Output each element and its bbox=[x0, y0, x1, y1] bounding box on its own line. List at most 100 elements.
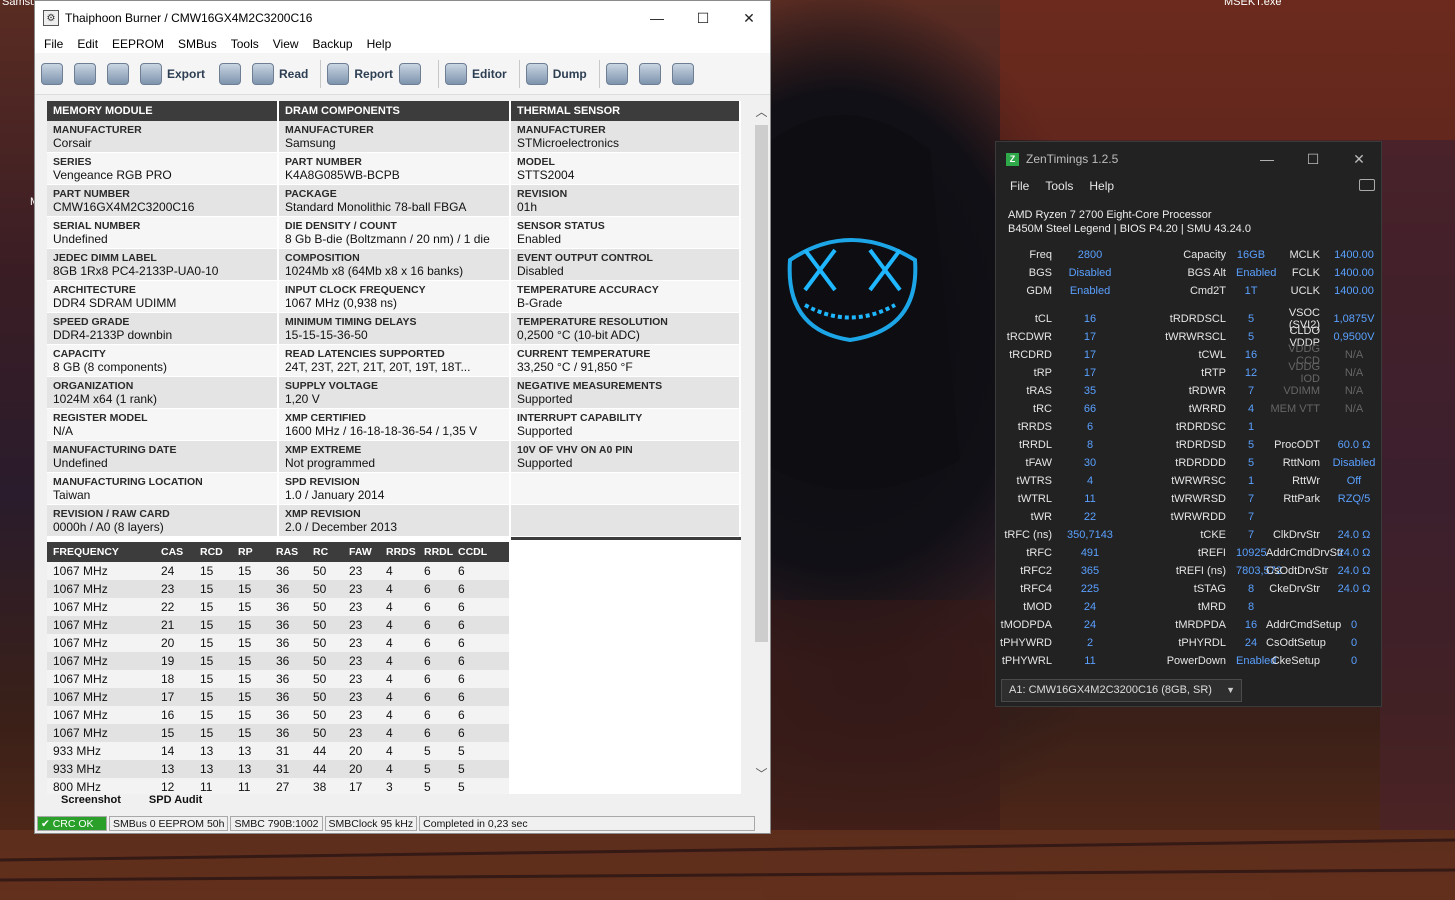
close-button[interactable]: ✕ bbox=[726, 1, 772, 35]
timing-label: tRFC bbox=[1026, 547, 1052, 559]
title-bar[interactable]: Z ZenTimings 1.2.5 — ☐ ✕ bbox=[996, 142, 1381, 176]
timing-value: 24 bbox=[1083, 619, 1097, 631]
camera-icon[interactable] bbox=[1359, 179, 1375, 191]
tools-button[interactable] bbox=[399, 62, 426, 85]
timing-row: tRFC (ns) 350,7143 tCKE 7 ClkDrvStr 24.0 Ω bbox=[996, 526, 1381, 544]
timing-row[interactable]: 1067 MHz 20 15 15 36 50 23 4 6 6 bbox=[47, 634, 509, 652]
timing-value: 22 bbox=[1083, 511, 1097, 523]
menu-tools[interactable]: Tools bbox=[1037, 179, 1081, 193]
info-value: Corsair bbox=[53, 136, 92, 150]
timing-row[interactable]: 1067 MHz 18 15 15 36 50 23 4 6 6 bbox=[47, 670, 509, 688]
timing-row[interactable]: 933 MHz 13 13 13 31 44 20 4 5 5 bbox=[47, 760, 509, 778]
info-value: 0000h / A0 (8 layers) bbox=[53, 520, 164, 534]
desktop-icon-label[interactable]: MSEKT.exe bbox=[1224, 0, 1281, 8]
timing-value: 0 bbox=[1350, 637, 1358, 649]
timing-cell: 4 bbox=[386, 708, 393, 722]
maximize-button[interactable]: ☐ bbox=[680, 1, 726, 35]
timing-label: tWTRL bbox=[1017, 493, 1052, 505]
info-label: CAPACITY bbox=[53, 348, 106, 360]
menu-smbus[interactable]: SMBus bbox=[171, 37, 224, 51]
info-value: Supported bbox=[517, 456, 573, 470]
timing-cell: 20 bbox=[349, 762, 363, 776]
search-button[interactable] bbox=[605, 62, 633, 85]
timing-cell: 15 bbox=[238, 564, 252, 578]
menu-file[interactable]: File bbox=[37, 37, 70, 51]
timing-cell: 15 bbox=[200, 582, 214, 596]
module-select[interactable]: A1: CMW16GX4M2C3200C16 (8GB, SR) ▼ bbox=[1001, 679, 1242, 702]
timing-label: VDDG IOD bbox=[1288, 361, 1320, 385]
title-bar[interactable]: ⚙ Thaiphoon Burner / CMW16GX4M2C3200C16 … bbox=[35, 1, 770, 35]
editor-button[interactable]: Editor bbox=[445, 62, 507, 85]
timing-cell: 5 bbox=[424, 762, 431, 776]
menu-help[interactable]: Help bbox=[1081, 179, 1122, 193]
timing-cell: 15 bbox=[200, 672, 214, 686]
timing-row: tPHYWRL 11 PowerDown Enabled CkeSetup 0 bbox=[996, 652, 1381, 670]
menu-eeprom[interactable]: EEPROM bbox=[105, 37, 171, 51]
timing-column-header: RAS bbox=[276, 546, 299, 558]
menu-tools[interactable]: Tools bbox=[224, 37, 266, 51]
info-value: CMW16GX4M2C3200C16 bbox=[53, 200, 195, 214]
timing-label: CsOdtDrvStr bbox=[1266, 565, 1329, 577]
toolbar-separator bbox=[598, 59, 600, 88]
minimize-button[interactable]: — bbox=[1244, 142, 1290, 176]
menu-file[interactable]: File bbox=[1002, 179, 1037, 193]
info-cell: MANUFACTURER STMicroelectronics bbox=[511, 121, 739, 153]
menu-backup[interactable]: Backup bbox=[306, 37, 360, 51]
screenshot-button[interactable]: Screenshot bbox=[47, 794, 135, 812]
timing-row[interactable]: 1067 MHz 23 15 15 36 50 23 4 6 6 bbox=[47, 580, 509, 598]
timing-cell: 36 bbox=[276, 672, 290, 686]
timing-label: tPHYWRL bbox=[1001, 655, 1052, 667]
menu-edit[interactable]: Edit bbox=[70, 37, 105, 51]
timing-row[interactable]: 1067 MHz 17 15 15 36 50 23 4 6 6 bbox=[47, 688, 509, 706]
timing-cell: 15 bbox=[200, 600, 214, 614]
scroll-up-arrow-icon[interactable]: ︿ bbox=[753, 103, 770, 120]
lock-button[interactable] bbox=[219, 62, 246, 85]
timing-row[interactable]: 800 MHz 12 11 11 27 38 17 3 5 5 bbox=[47, 778, 509, 794]
info-label: PACKAGE bbox=[285, 188, 337, 200]
lock-icon bbox=[219, 62, 242, 85]
report-button[interactable]: Report bbox=[327, 62, 393, 85]
timing-cell: 23 bbox=[349, 564, 363, 578]
timing-cell: 6 bbox=[458, 636, 465, 650]
zentimings-window: Z ZenTimings 1.2.5 — ☐ ✕ File Tools Help… bbox=[995, 141, 1382, 707]
menu-help[interactable]: Help bbox=[360, 37, 399, 51]
timing-cell: 5 bbox=[458, 780, 465, 794]
info-value: Vengeance RGB PRO bbox=[53, 168, 172, 182]
scrollbar-thumb[interactable] bbox=[755, 125, 768, 642]
spd-audit-button[interactable]: SPD Audit bbox=[135, 794, 216, 812]
save-button[interactable] bbox=[107, 62, 134, 85]
export-button[interactable]: Export bbox=[140, 62, 205, 85]
open-button[interactable] bbox=[74, 62, 101, 85]
maximize-button[interactable]: ☐ bbox=[1290, 142, 1336, 176]
timing-cell: 23 bbox=[349, 672, 363, 686]
minimize-button[interactable]: — bbox=[634, 1, 680, 35]
timing-cell: 27 bbox=[276, 780, 290, 794]
settings-button[interactable] bbox=[41, 62, 68, 85]
timing-row[interactable]: 1067 MHz 15 15 15 36 50 23 4 6 6 bbox=[47, 724, 509, 742]
info-label: SPD REVISION bbox=[285, 476, 360, 488]
document-button[interactable] bbox=[638, 62, 666, 85]
editor-label: Editor bbox=[472, 66, 507, 81]
timing-row: tWTRL 11 tWRWRSD 7 RttPark RZQ/5 bbox=[996, 490, 1381, 508]
info-cell: REVISION / RAW CARD 0000h / A0 (8 layers) bbox=[47, 505, 277, 537]
timing-row: tPHYWRD 2 tPHYRDL 24 CsOdtSetup 0 bbox=[996, 634, 1381, 652]
timing-row[interactable]: 1067 MHz 16 15 15 36 50 23 4 6 6 bbox=[47, 706, 509, 724]
monitor-button[interactable] bbox=[671, 62, 699, 85]
timing-value: 8 bbox=[1247, 583, 1255, 595]
read-button[interactable]: Read bbox=[252, 62, 308, 85]
info-label: DIE DENSITY / COUNT bbox=[285, 220, 397, 232]
timing-cell: 4 bbox=[386, 564, 393, 578]
timing-cell: 31 bbox=[276, 762, 290, 776]
dump-button[interactable]: Dump bbox=[525, 62, 587, 85]
timing-row[interactable]: 1067 MHz 19 15 15 36 50 23 4 6 6 bbox=[47, 652, 509, 670]
timing-row[interactable]: 1067 MHz 24 15 15 36 50 23 4 6 6 bbox=[47, 562, 509, 580]
scroll-down-arrow-icon[interactable]: ﹀ bbox=[753, 765, 770, 782]
menu-view[interactable]: View bbox=[266, 37, 306, 51]
vertical-scrollbar[interactable]: ︿ ﹀ bbox=[753, 101, 770, 784]
timing-row[interactable]: 1067 MHz 22 15 15 36 50 23 4 6 6 bbox=[47, 598, 509, 616]
timing-label: tRDRDSD bbox=[1175, 439, 1226, 451]
timing-label: tMOD bbox=[1023, 601, 1052, 613]
timing-row[interactable]: 1067 MHz 21 15 15 36 50 23 4 6 6 bbox=[47, 616, 509, 634]
timing-row[interactable]: 933 MHz 14 13 13 31 44 20 4 5 5 bbox=[47, 742, 509, 760]
close-button[interactable]: ✕ bbox=[1336, 142, 1382, 176]
